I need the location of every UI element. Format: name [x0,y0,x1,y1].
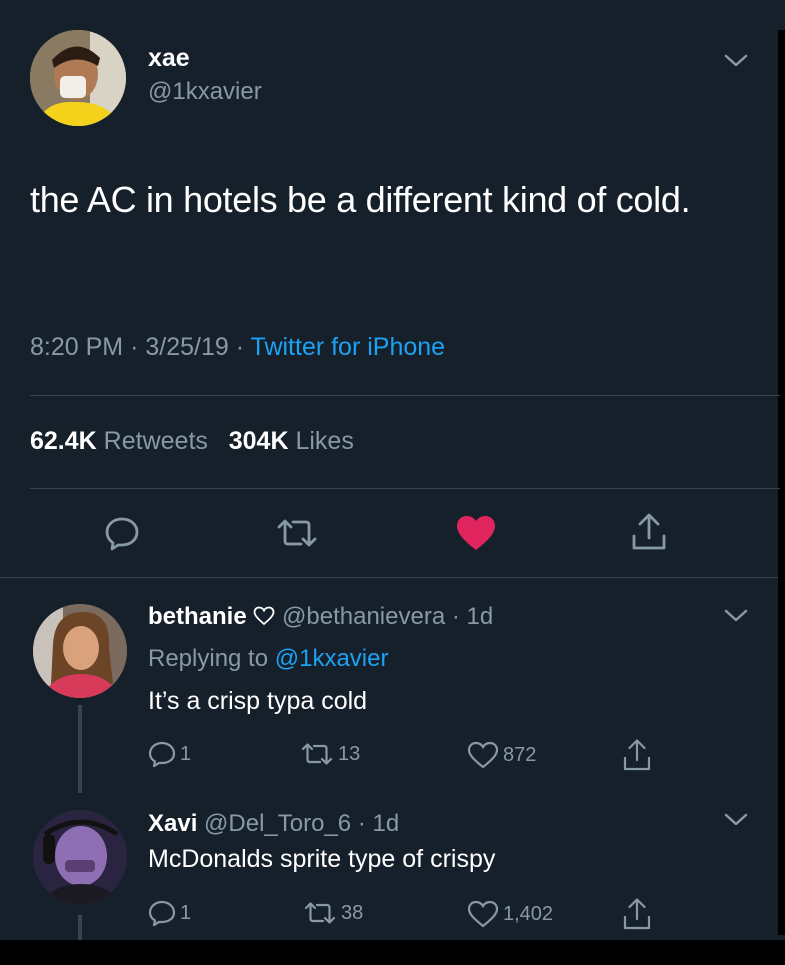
retweet-count: 13 [338,742,361,765]
likes-label: Likes [295,427,354,455]
retweets-label: Retweets [103,427,208,455]
reply-age: 1d [372,810,400,837]
heart-icon[interactable] [455,514,497,552]
reply-header: Xavi @Del_Toro_6 · 1d [148,810,399,838]
tweet-meta: 8:20 PM · 3/25/19 · Twitter for iPhone [30,333,445,362]
share-icon[interactable] [622,738,652,772]
chevron-down-icon[interactable] [723,607,749,625]
retweets-stat[interactable]: 62.4K Retweets [30,427,208,455]
thread-line [78,705,82,793]
like-button[interactable]: 1,402 [467,900,553,928]
tweet-source-link[interactable]: Twitter for iPhone [251,333,446,361]
reply-count: 1 [180,742,192,765]
retweet-button[interactable]: 38 [303,901,363,925]
display-name[interactable]: Xavi [148,810,197,837]
reply-text: It’s a crisp typa cold [148,687,368,715]
avatar-image [33,810,127,904]
reply-button[interactable]: 1 [148,899,191,927]
retweet-icon [304,902,336,924]
retweet-icon [301,743,333,765]
handle[interactable]: @Del_Toro_6 [204,810,351,837]
divider [30,395,780,396]
retweet-count: 38 [341,901,364,924]
separator-dot: · [445,603,467,630]
avatar[interactable] [33,604,127,698]
screen-edge [0,940,785,965]
tweet-stats: 62.4K Retweets 304K Likes [30,427,354,456]
reply-text: McDonalds sprite type of crispy [148,845,496,873]
like-count: 872 [503,743,537,766]
reply-header: bethanie @bethanievera · 1d [148,603,493,631]
reply-icon[interactable] [104,515,140,551]
screen-edge [778,30,785,935]
retweets-count: 62.4K [30,427,97,455]
display-name[interactable]: xae [148,44,190,73]
separator-dot: · [235,333,251,361]
tweet-date: 3/25/19 [145,333,229,361]
replying-to: Replying to @1kxavier [148,645,388,673]
chevron-down-icon[interactable] [723,811,749,829]
heart-outline-icon [253,606,275,626]
tweet-time: 8:20 PM [30,333,124,361]
avatar[interactable] [33,810,127,904]
replying-prefix: Replying to [148,645,269,672]
share-icon[interactable] [622,897,652,931]
mention-link[interactable]: @1kxavier [275,645,389,672]
retweet-button[interactable]: 13 [300,742,360,766]
likes-count: 304K [228,427,289,455]
chevron-down-icon[interactable] [723,52,749,70]
reply-count: 1 [180,901,192,924]
avatar-image [30,30,126,126]
handle[interactable]: @1kxavier [148,78,262,106]
avatar-image [33,604,127,698]
heart-outline-icon [467,900,499,928]
reply-icon [148,900,176,927]
handle[interactable]: @bethanievera [282,603,445,630]
tweet-text: the AC in hotels be a different kind of … [30,179,691,220]
likes-stat[interactable]: 304K Likes [229,427,354,455]
retweet-icon[interactable] [275,517,319,549]
reply-age: 1d [466,603,494,630]
divider [30,488,780,489]
separator-dot: · [130,333,146,361]
separator-dot: · [351,810,373,837]
heart-outline-icon [467,741,499,769]
reply-button[interactable]: 1 [148,740,191,768]
like-button[interactable]: 872 [467,741,536,769]
reply-icon [148,741,176,768]
divider [0,577,778,578]
like-count: 1,402 [503,902,554,925]
display-name[interactable]: bethanie [148,603,247,630]
avatar[interactable] [30,30,126,126]
share-icon[interactable] [631,512,667,552]
thread-line [78,915,82,940]
